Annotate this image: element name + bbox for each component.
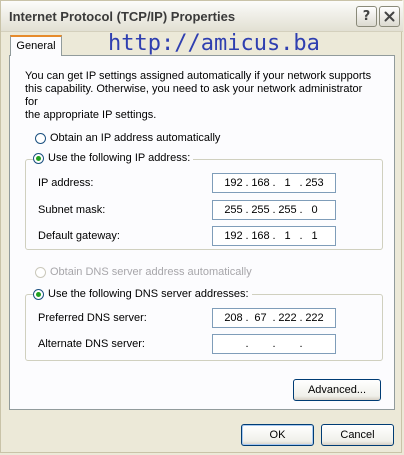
advanced-button[interactable]: Advanced... xyxy=(293,379,381,401)
octet: 67 xyxy=(254,312,267,324)
alternate-dns-input[interactable]: . . . xyxy=(212,334,336,354)
octet: 192 xyxy=(224,230,243,242)
octet: 1 xyxy=(284,177,291,189)
close-button[interactable] xyxy=(379,6,400,27)
watermark-text: http://amicus.ba xyxy=(108,31,320,56)
default-gateway-input[interactable]: 192. 168. 1. 1 xyxy=(212,226,336,246)
radio-label: Use the following IP address: xyxy=(48,152,191,164)
window-title: Internet Protocol (TCP/IP) Properties xyxy=(9,9,236,24)
octet: 222 xyxy=(278,312,297,324)
octet: 208 xyxy=(224,312,243,324)
octet: 1 xyxy=(284,230,291,242)
octet: 192 xyxy=(224,177,243,189)
octet: 168 xyxy=(251,177,270,189)
cancel-button[interactable]: Cancel xyxy=(321,424,394,446)
close-icon xyxy=(384,11,395,22)
octet: 168 xyxy=(251,230,270,242)
ip-address-input[interactable]: 192. 168. 1. 253 xyxy=(212,173,336,193)
radio-unselected-icon[interactable] xyxy=(35,132,46,144)
radio-label: Use the following DNS server addresses: xyxy=(48,288,249,300)
octet: 0 xyxy=(311,204,318,216)
tab-general[interactable]: General xyxy=(10,35,62,56)
radio-selected-icon[interactable] xyxy=(33,152,44,164)
radio-selected-icon[interactable] xyxy=(33,288,44,300)
radio-obtain-dns-auto[interactable]: Obtain DNS server address automatically xyxy=(35,266,255,278)
radio-use-following-ip[interactable]: Use the following IP address: xyxy=(33,152,194,164)
subnet-mask-label: Subnet mask: xyxy=(38,204,106,216)
octet: 255 xyxy=(251,204,270,216)
octet: 255 xyxy=(224,204,243,216)
octet: 255 xyxy=(278,204,297,216)
ip-address-label: IP address: xyxy=(38,177,94,189)
preferred-dns-label: Preferred DNS server: xyxy=(38,312,147,324)
default-gateway-label: Default gateway: xyxy=(38,230,120,242)
radio-use-following-dns[interactable]: Use the following DNS server addresses: xyxy=(33,288,252,300)
radio-obtain-ip-auto[interactable]: Obtain an IP address automatically xyxy=(35,132,224,144)
preferred-dns-input[interactable]: 208. 67. 222. 222 xyxy=(212,308,336,328)
ok-button[interactable]: OK xyxy=(241,424,314,446)
help-button[interactable]: ? xyxy=(356,6,377,27)
radio-disabled-icon[interactable] xyxy=(35,266,46,278)
radio-label: Obtain DNS server address automatically xyxy=(50,266,252,278)
octet: 253 xyxy=(305,177,324,189)
subnet-mask-input[interactable]: 255. 255. 255. 0 xyxy=(212,200,336,220)
help-icon: ? xyxy=(362,9,371,24)
octet: 1 xyxy=(311,230,318,242)
radio-label: Obtain an IP address automatically xyxy=(50,132,221,144)
intro-text: You can get IP settings assigned automat… xyxy=(25,70,372,121)
octet: 222 xyxy=(305,312,324,324)
alternate-dns-label: Alternate DNS server: xyxy=(38,338,145,350)
properties-dialog: Internet Protocol (TCP/IP) Properties ? … xyxy=(0,0,403,453)
title-bar[interactable]: Internet Protocol (TCP/IP) Properties ? xyxy=(1,1,403,32)
